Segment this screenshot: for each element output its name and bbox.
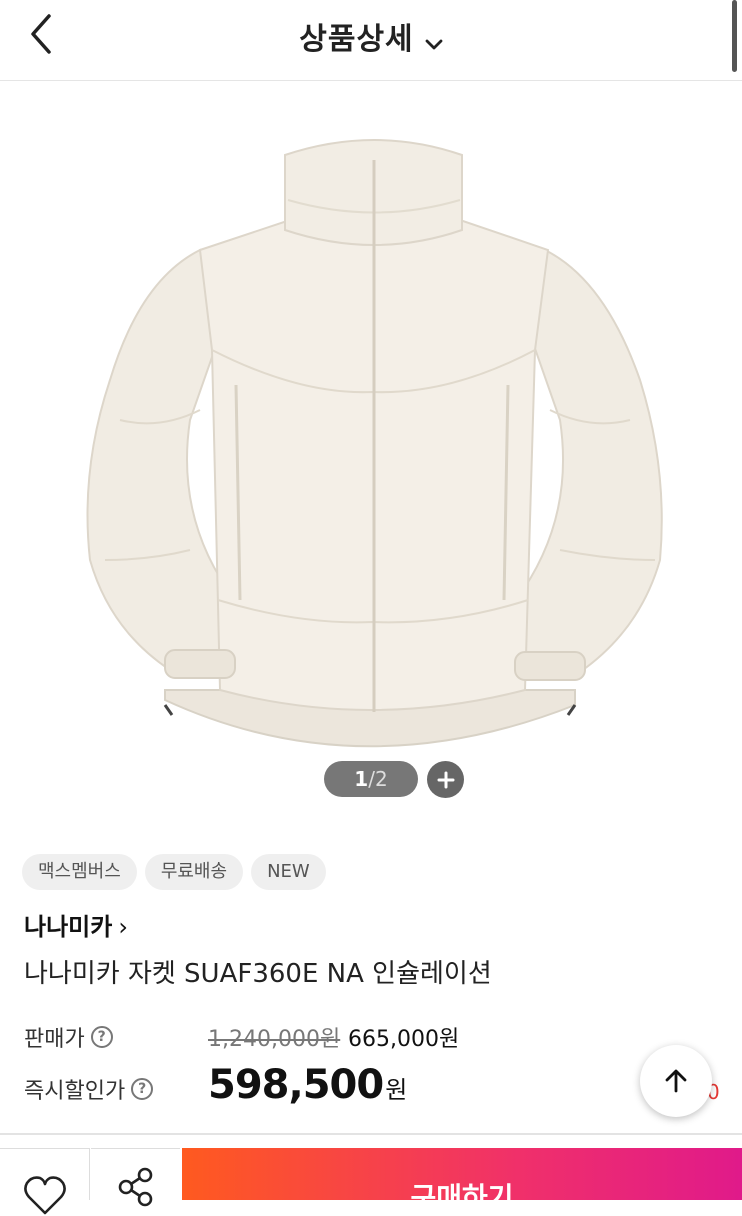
scroll-indicator bbox=[732, 0, 737, 72]
tag-new: NEW bbox=[251, 854, 326, 890]
like-button[interactable] bbox=[0, 1148, 90, 1215]
jacket-image bbox=[86, 139, 663, 748]
product-name: 나나미카 자켓 SUAF360E NA 인슐레이션 bbox=[24, 959, 492, 989]
section-divider bbox=[0, 1133, 742, 1135]
tag-max-members: 맥스멤버스 bbox=[22, 854, 137, 890]
zoom-button[interactable] bbox=[427, 761, 464, 798]
bottom-action-bar: 구매하기 bbox=[0, 1148, 742, 1215]
chevron-down-icon bbox=[425, 39, 443, 49]
instant-price-unit: 원 bbox=[385, 1076, 408, 1104]
sale-price-label-row: 판매가 ? bbox=[24, 1021, 113, 1053]
share-icon bbox=[118, 1167, 152, 1207]
top-bar: 상품상세 bbox=[0, 0, 742, 81]
share-button[interactable] bbox=[91, 1148, 180, 1207]
buy-button[interactable]: 구매하기 bbox=[182, 1148, 742, 1214]
original-price: 1,240,000원 bbox=[208, 1027, 341, 1052]
sale-price-label: 판매가 bbox=[24, 1027, 85, 1052]
pager-separator: / bbox=[368, 767, 375, 791]
heart-icon bbox=[23, 1176, 66, 1215]
page-title: 상품상세 bbox=[299, 22, 414, 57]
scroll-top-button[interactable] bbox=[640, 1045, 712, 1117]
pager-current: 1 bbox=[354, 767, 369, 791]
instant-price-value: 598,500 bbox=[208, 1062, 384, 1108]
tag-list: 맥스멤버스 무료배송 NEW bbox=[22, 854, 326, 890]
arrow-up-icon bbox=[665, 1069, 687, 1093]
page-title-dropdown[interactable]: 상품상세 bbox=[0, 14, 742, 58]
instant-price: 598,500원 bbox=[208, 1062, 407, 1108]
help-icon[interactable]: ? bbox=[131, 1078, 154, 1100]
sale-price: 665,000원 bbox=[348, 1027, 460, 1052]
plus-icon bbox=[437, 771, 454, 788]
brand-link[interactable]: 나나미카 › bbox=[24, 907, 128, 942]
brand-name: 나나미카 bbox=[24, 913, 113, 941]
pager-total: 2 bbox=[374, 767, 388, 791]
instant-price-label: 즉시할인가 bbox=[24, 1079, 126, 1104]
help-icon[interactable]: ? bbox=[90, 1026, 113, 1048]
instant-price-label-row: 즉시할인가 ? bbox=[24, 1073, 154, 1105]
image-pager: 1 / 2 bbox=[324, 761, 418, 797]
tag-free-shipping: 무료배송 bbox=[144, 854, 244, 890]
product-image[interactable] bbox=[0, 81, 742, 821]
chevron-right-icon: › bbox=[118, 913, 128, 941]
